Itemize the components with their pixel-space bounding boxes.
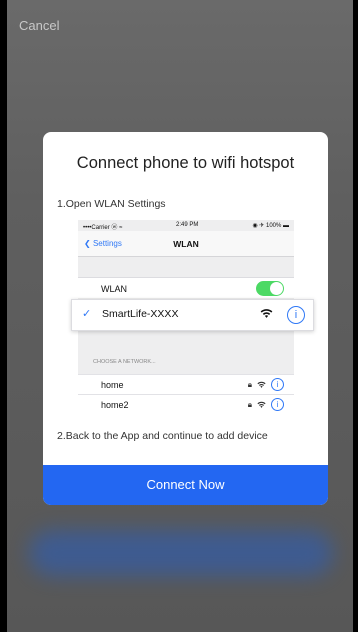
wifi-icon: [257, 381, 266, 388]
step-2-text: 2.Back to the App and continue to add de…: [57, 430, 268, 442]
status-time: 2:49 PM: [176, 222, 199, 228]
carrier-label: ••••Carrier ⓦ ≈: [83, 225, 123, 231]
battery-indicator: ◉ ✈ 100% ▬: [252, 223, 289, 229]
selected-network-row: ✓ SmartLife-XXXX i: [71, 299, 314, 331]
network-icons: 🔒︎ i: [248, 378, 284, 391]
checkmark-icon: ✓: [82, 308, 92, 320]
connect-now-button[interactable]: Connect Now: [43, 465, 328, 505]
screen-background: Cancel Connect phone to wifi hotspot 1.O…: [7, 0, 353, 632]
list-item: home 🔒︎ i: [78, 374, 294, 395]
wlan-toggle: [256, 281, 284, 296]
network-name: home2: [101, 400, 129, 410]
phone-nav-bar: ❮ Settings WLAN: [78, 231, 294, 257]
wifi-icon: [257, 401, 266, 408]
lock-icon: 🔒︎: [247, 399, 252, 409]
selected-network-name: SmartLife-XXXX: [102, 308, 179, 320]
choose-network-header: CHOOSE A NETWORK...: [93, 359, 156, 365]
toggle-knob: [270, 282, 283, 295]
device-frame-right: [353, 0, 358, 632]
cancel-button[interactable]: Cancel: [19, 18, 59, 33]
blurred-background-button: [29, 530, 333, 576]
list-item: home2 🔒︎ i: [78, 394, 294, 415]
info-icon: i: [271, 398, 284, 411]
dialog-title: Connect phone to wifi hotspot: [76, 154, 295, 172]
wlan-toggle-row: WLAN: [78, 277, 294, 298]
wlan-row-label: WLAN: [101, 284, 128, 294]
info-icon: i: [271, 378, 284, 391]
step-1-text: 1.Open WLAN Settings: [57, 198, 166, 210]
wlan-nav-title: WLAN: [173, 239, 199, 249]
wifi-icon: [260, 309, 273, 318]
network-icons: 🔒︎ i: [248, 398, 284, 411]
device-frame-left: [0, 0, 7, 632]
phone-status-bar: ••••Carrier ⓦ ≈ 2:49 PM ◉ ✈ 100% ▬: [78, 220, 294, 231]
info-icon: i: [287, 306, 305, 324]
lock-icon: 🔒︎: [247, 379, 252, 389]
wifi-hotspot-dialog: Connect phone to wifi hotspot 1.Open WLA…: [43, 132, 328, 505]
network-name: home: [101, 380, 124, 390]
